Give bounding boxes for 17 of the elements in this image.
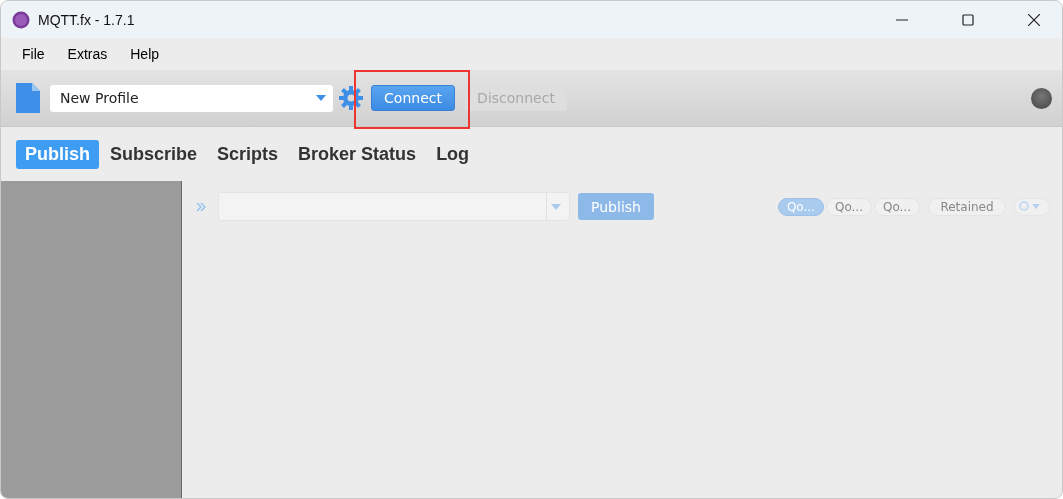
- tab[interactable]: Subscribe: [101, 139, 207, 169]
- document-icon[interactable]: [16, 83, 40, 113]
- menu-item[interactable]: Help: [130, 46, 160, 62]
- tab[interactable]: Scripts: [208, 139, 288, 169]
- app-logo-icon: [12, 10, 30, 29]
- caret-icon: [551, 203, 561, 210]
- menu-item[interactable]: Extras: [67, 46, 108, 62]
- tab[interactable]: Broker Status: [289, 139, 426, 169]
- maximize-icon[interactable]: [962, 13, 974, 26]
- caret-icon: [316, 95, 326, 101]
- profile-dropdown[interactable]: New Profile: [50, 84, 333, 112]
- gear-icon: [1019, 200, 1041, 211]
- close-icon[interactable]: [1028, 13, 1040, 26]
- window-title: MQTT.fx - 1.7.1: [38, 11, 135, 28]
- tab[interactable]: Log: [427, 139, 479, 169]
- menu-item[interactable]: File: [22, 46, 45, 62]
- settings-icon[interactable]: [339, 86, 363, 110]
